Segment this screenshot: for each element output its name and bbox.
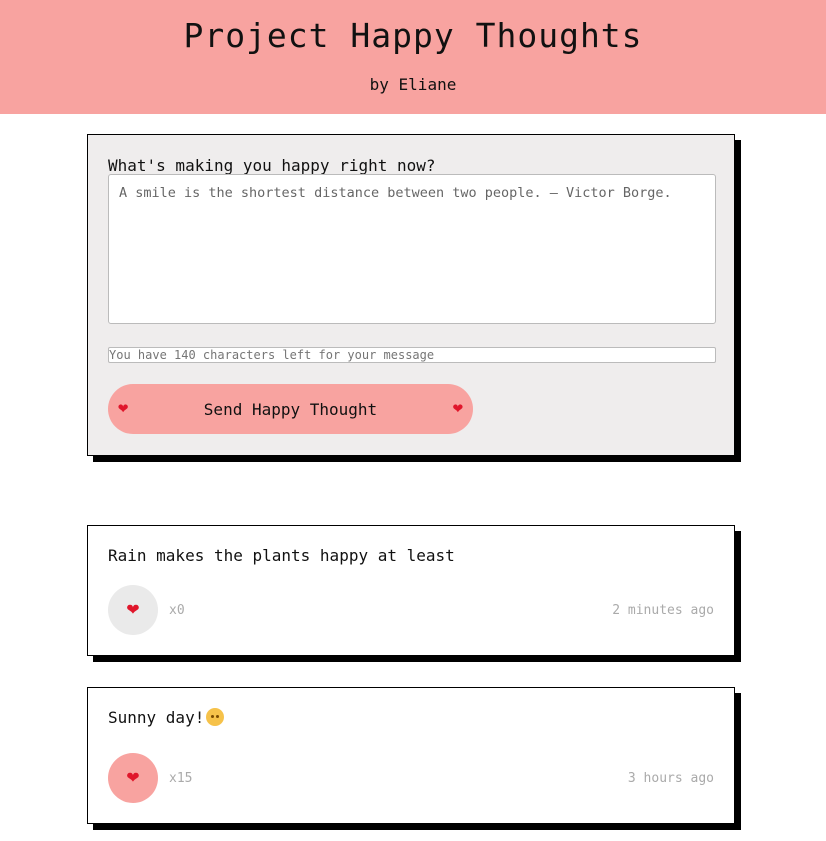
like-count: x15	[169, 771, 193, 786]
thought-message: Rain makes the plants happy at least	[108, 546, 455, 565]
heart-icon: ❤	[118, 398, 129, 418]
thought-input-label: What's making you happy right now?	[108, 156, 436, 175]
thought-message: Sunny day!	[108, 708, 205, 727]
like-button[interactable]: ❤	[108, 753, 158, 803]
thought-timestamp: 3 hours ago	[627, 771, 714, 786]
sun-with-face-icon	[206, 708, 225, 726]
thought-message-row: Sunny day!	[108, 708, 225, 727]
page-byline: by Eliane	[369, 75, 457, 94]
page-title: Project Happy Thoughts	[183, 16, 643, 55]
character-counter-field[interactable]	[108, 347, 716, 363]
thought-form: What's making you happy right now? ❤ Sen…	[87, 134, 735, 456]
send-thought-button[interactable]: ❤ Send Happy Thought ❤	[108, 384, 473, 434]
thought-textarea[interactable]	[108, 174, 716, 324]
send-thought-label: Send Happy Thought	[203, 399, 378, 419]
page-header: Project Happy Thoughts by Eliane	[0, 0, 826, 114]
heart-icon: ❤	[126, 770, 140, 787]
thought-card: Rain makes the plants happy at least ❤ x…	[87, 525, 735, 656]
heart-icon: ❤	[126, 602, 140, 619]
thought-card: Sunny day! ❤ x15 3 hours ago	[87, 687, 735, 824]
thought-timestamp: 2 minutes ago	[612, 603, 714, 618]
like-count: x0	[169, 603, 185, 618]
heart-icon: ❤	[452, 398, 463, 418]
like-button[interactable]: ❤	[108, 585, 158, 635]
